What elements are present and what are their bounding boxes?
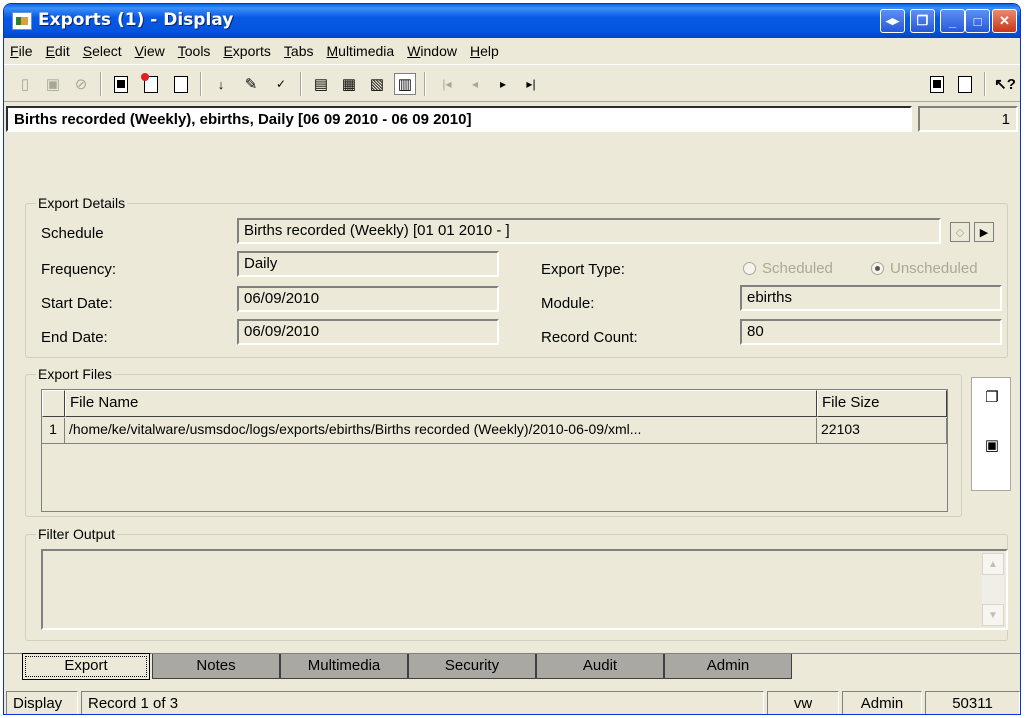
record-number: 1 [918,106,1018,132]
scheduled-radio[interactable]: Scheduled [743,260,833,277]
menu-edit[interactable]: Edit [46,43,70,59]
menu-view[interactable]: View [135,43,165,59]
previous-record-icon[interactable]: ◂ [464,73,486,95]
lookup-icon[interactable]: ◇ [950,222,970,242]
tab-multimedia[interactable]: Multimedia [280,654,408,679]
schedule-field[interactable]: Births recorded (Weekly) [01 01 2010 - ] [237,218,941,244]
add-record-icon[interactable] [170,73,192,95]
scroll-down-icon[interactable]: ▼ [982,604,1004,626]
status-id: 50311 [925,691,1020,714]
close-button[interactable]: ✕ [992,9,1017,33]
unscheduled-radio-dot [871,262,884,275]
file-actions-panel: ❐ ▣ [971,377,1011,491]
status-group: Admin [842,691,922,714]
save-file-icon[interactable]: ▣ [981,434,1003,456]
switch-window-icon[interactable]: ◂▸ [880,9,905,33]
module-label: Module: [541,295,595,312]
details-view-icon[interactable]: ▤ [310,73,332,95]
filter-output-scrollbar[interactable]: ▲ ▼ [982,553,1004,626]
unscheduled-radio[interactable]: Unscheduled [871,260,978,277]
record-summary: Births recorded (Weekly), ebirths, Daily… [6,106,912,132]
frequency-label: Frequency: [41,261,117,278]
status-record: Record 1 of 3 [81,691,764,714]
file-name-cell[interactable]: /home/ke/vitalware/usmsdoc/logs/exports/… [65,418,817,444]
display-view-icon[interactable]: ▥ [394,73,416,95]
row-index-header [42,390,65,417]
status-mode: Display [6,691,78,714]
edit-record-icon[interactable]: ✎ [240,73,262,95]
save-icon[interactable]: ▣ [42,73,64,95]
tab-strip: Export Notes Multimedia Security Audit A… [4,653,1020,680]
maximize-button[interactable]: □ [965,9,990,33]
next-record-icon[interactable]: ▸ [492,73,514,95]
first-record-icon[interactable]: |◂ [436,73,458,95]
export-details-label: Export Details [36,195,128,211]
unscheduled-radio-label: Unscheduled [890,260,978,277]
tab-export[interactable]: Export [22,653,150,680]
end-date-field[interactable]: 06/09/2010 [237,319,499,345]
application-window: Exports (1) - Display ◂▸ ❐ _ □ ✕ File Ed… [3,3,1021,715]
row-index: 1 [42,418,65,444]
spellcheck-icon[interactable]: ✓ [270,73,292,95]
menu-tools[interactable]: Tools [178,43,211,59]
sort-icon[interactable]: ↓ [210,73,232,95]
copy-record-icon[interactable] [926,73,948,95]
restore-app-icon[interactable]: ❐ [910,9,935,33]
export-files-table[interactable]: File Name File Size 1 /home/ke/vitalware… [41,389,948,512]
title-bar[interactable]: Exports (1) - Display ◂▸ ❐ _ □ ✕ [4,4,1020,38]
filter-output-label: Filter Output [36,526,118,542]
paste-record-icon[interactable] [954,73,976,95]
record-count-label: Record Count: [541,329,638,346]
table-row[interactable]: 1 /home/ke/vitalware/usmsdoc/logs/export… [42,418,947,444]
status-bar: Display Record 1 of 3 vw Admin 50311 [4,688,1020,714]
menu-help[interactable]: Help [470,43,499,59]
page-view-icon[interactable]: ▧ [366,73,388,95]
scheduled-radio-label: Scheduled [762,260,833,277]
table-header: File Name File Size [42,390,947,417]
open-schedule-icon[interactable]: ▶ [974,222,994,242]
scheduled-radio-dot [743,262,756,275]
file-size-cell[interactable]: 22103 [817,418,947,444]
search-record-icon[interactable] [110,73,132,95]
tab-admin[interactable]: Admin [664,654,792,679]
tab-notes[interactable]: Notes [152,654,280,679]
list-view-icon[interactable]: ▦ [338,73,360,95]
delete-record-icon[interactable] [140,72,162,95]
view-file-icon[interactable]: ❐ [981,386,1003,408]
menu-multimedia[interactable]: Multimedia [326,43,394,59]
window-title: Exports (1) - Display [38,10,234,30]
tab-audit[interactable]: Audit [536,654,664,679]
cancel-icon[interactable]: ⊘ [70,73,92,95]
module-field[interactable]: ebirths [740,285,1002,311]
start-date-field[interactable]: 06/09/2010 [237,286,499,312]
filter-output-textarea[interactable]: ▲ ▼ [41,549,1008,630]
menu-bar: File Edit Select View Tools Exports Tabs… [4,38,1020,63]
file-name-header[interactable]: File Name [65,390,817,417]
end-date-label: End Date: [41,329,108,346]
schedule-label: Schedule [41,225,104,242]
menu-select[interactable]: Select [83,43,122,59]
scroll-up-icon[interactable]: ▲ [982,553,1004,575]
file-size-header[interactable]: File Size [817,390,947,417]
new-icon[interactable]: ▯ [14,73,36,95]
menu-exports[interactable]: Exports [223,43,270,59]
toolbar: ▯ ▣ ⊘ ↓ ✎ ✓ ▤ ▦ ▧ ▥ |◂ ◂ ▸ ▸| ↖? [4,64,1020,102]
status-user: vw [767,691,839,714]
frequency-field[interactable]: Daily [237,251,499,277]
tab-security[interactable]: Security [408,654,536,679]
last-record-icon[interactable]: ▸| [520,73,542,95]
export-files-label: Export Files [36,366,114,382]
app-icon[interactable] [12,12,32,30]
export-type-label: Export Type: [541,261,625,278]
menu-window[interactable]: Window [407,43,457,59]
start-date-label: Start Date: [41,295,113,312]
record-count-field[interactable]: 80 [740,319,1002,345]
menu-tabs[interactable]: Tabs [284,43,314,59]
menu-file[interactable]: File [10,43,33,59]
help-pointer-icon[interactable]: ↖? [994,73,1016,95]
minimize-button[interactable]: _ [940,9,965,33]
